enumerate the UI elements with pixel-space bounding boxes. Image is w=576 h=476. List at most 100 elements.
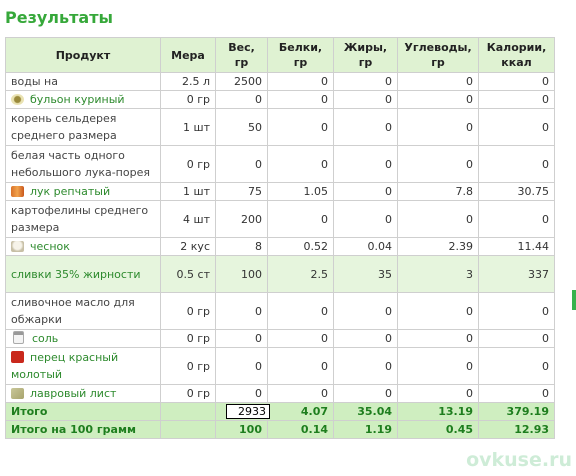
product-link[interactable]: бульон куриный <box>30 93 125 106</box>
carbs-cell: 0 <box>397 329 479 348</box>
totals-label: Итого <box>5 402 161 421</box>
measure-cell: 2 кус <box>160 237 216 256</box>
carbs-cell: 0 <box>397 145 479 183</box>
per100-measure <box>160 420 216 439</box>
col-weight-header: Вес, гр <box>215 37 268 73</box>
weight-cell: 75 <box>215 182 268 201</box>
product-name: белая часть одного небольшого лука-порея <box>11 149 150 179</box>
carbs-cell: 0 <box>397 90 479 109</box>
kcal-cell: 0 <box>478 90 555 109</box>
protein-cell: 0 <box>267 384 334 403</box>
col-product-header: Продукт <box>5 37 161 73</box>
fat-cell: 0 <box>333 347 398 385</box>
weight-cell: 0 <box>215 384 268 403</box>
table-row: бульон куриный 0 гр 0 0 0 0 0 <box>5 90 555 109</box>
product-cell: картофелины среднего размера <box>5 200 161 238</box>
fat-cell: 0.04 <box>333 237 398 256</box>
product-name: корень сельдерея среднего размера <box>11 112 117 142</box>
per100-weight: 100 <box>215 420 268 439</box>
fat-cell: 35 <box>333 255 398 293</box>
results-table: Продукт Мера Вес, гр Белки, гр Жиры, гр … <box>5 37 555 439</box>
measure-cell: 0.5 ст <box>160 255 216 293</box>
salt-shaker-icon <box>13 331 24 344</box>
table-row: сливки 35% жирности 0.5 ст 100 2.5 35 3 337 <box>5 255 555 293</box>
weight-cell: 0 <box>215 347 268 385</box>
fat-cell: 0 <box>333 329 398 348</box>
table-row: чеснок 2 кус 8 0.52 0.04 2.39 11.44 <box>5 237 555 256</box>
fat-cell: 0 <box>333 292 398 330</box>
product-cell: лавровый лист <box>5 384 161 403</box>
col-measure-header: Мера <box>160 37 216 73</box>
fat-cell: 0 <box>333 200 398 238</box>
kcal-cell: 0 <box>478 329 555 348</box>
page-edge-marker <box>572 290 576 310</box>
totals-carbs: 13.19 <box>397 402 479 421</box>
kcal-cell: 0 <box>478 384 555 403</box>
totals-kcal: 379.19 <box>478 402 555 421</box>
product-link[interactable]: лавровый лист <box>30 387 116 400</box>
product-name: сливочное масло для обжарки <box>11 296 135 326</box>
fat-cell: 0 <box>333 182 398 201</box>
product-cell: лук репчатый <box>5 182 161 201</box>
kcal-cell: 0 <box>478 72 555 91</box>
totals-row: Итого 2933 4.07 35.04 13.19 379.19 <box>5 402 555 421</box>
table-row: лук репчатый 1 шт 75 1.05 0 7.8 30.75 <box>5 182 555 201</box>
table-row: перец красный молотый 0 гр 0 0 0 0 0 <box>5 347 555 385</box>
protein-cell: 0 <box>267 347 334 385</box>
product-link[interactable]: сливки 35% жирности <box>11 268 141 281</box>
product-link[interactable]: соль <box>32 332 58 345</box>
red-pepper-icon <box>11 351 24 363</box>
table-row: лавровый лист 0 гр 0 0 0 0 0 <box>5 384 555 403</box>
kcal-cell: 0 <box>478 145 555 183</box>
carbs-cell: 0 <box>397 347 479 385</box>
protein-cell: 1.05 <box>267 182 334 201</box>
per100-protein: 0.14 <box>267 420 334 439</box>
col-protein-header: Белки, гр <box>267 37 334 73</box>
product-cell: соль <box>5 329 161 348</box>
totals-protein: 4.07 <box>267 402 334 421</box>
product-link[interactable]: перец красный молотый <box>11 351 118 381</box>
total-weight-field[interactable]: 2933 <box>226 404 270 419</box>
fat-cell: 0 <box>333 108 398 146</box>
kcal-cell: 0 <box>478 292 555 330</box>
table-row: корень сельдерея среднего размера 1 шт 50 0… <box>5 108 555 146</box>
fat-cell: 0 <box>333 90 398 109</box>
product-link[interactable]: чеснок <box>30 240 70 253</box>
product-link[interactable]: лук репчатый <box>30 185 110 198</box>
measure-cell: 0 гр <box>160 347 216 385</box>
kcal-cell: 0 <box>478 347 555 385</box>
totals-weight-cell: 2933 <box>215 402 270 421</box>
kcal-cell: 337 <box>478 255 555 293</box>
weight-cell: 0 <box>215 292 268 330</box>
product-name: воды на <box>11 75 58 88</box>
fat-cell: 0 <box>333 145 398 183</box>
fat-cell: 0 <box>333 384 398 403</box>
measure-cell: 0 гр <box>160 329 216 348</box>
product-cell: перец красный молотый <box>5 347 161 385</box>
protein-cell: 0.52 <box>267 237 334 256</box>
weight-cell: 100 <box>215 255 268 293</box>
table-row: белая часть одного небольшого лука-порея… <box>5 145 555 183</box>
totals-fat: 35.04 <box>333 402 398 421</box>
weight-cell: 8 <box>215 237 268 256</box>
measure-cell: 1 шт <box>160 108 216 146</box>
weight-cell: 0 <box>215 145 268 183</box>
product-cell: чеснок <box>5 237 161 256</box>
results-title: Результаты <box>5 8 113 27</box>
per100-kcal: 12.93 <box>478 420 555 439</box>
broth-icon <box>11 94 24 105</box>
measure-cell: 0 гр <box>160 384 216 403</box>
protein-cell: 0 <box>267 145 334 183</box>
per100-carbs: 0.45 <box>397 420 479 439</box>
per100-fat: 1.19 <box>333 420 398 439</box>
product-cell: сливки 35% жирности <box>5 255 161 293</box>
protein-cell: 0 <box>267 108 334 146</box>
protein-cell: 0 <box>267 200 334 238</box>
carbs-cell: 0 <box>397 292 479 330</box>
carbs-cell: 7.8 <box>397 182 479 201</box>
carbs-cell: 0 <box>397 72 479 91</box>
product-cell: воды на <box>5 72 161 91</box>
product-cell: белая часть одного небольшого лука-порея <box>5 145 161 183</box>
table-row: соль 0 гр 0 0 0 0 0 <box>5 329 555 348</box>
protein-cell: 0 <box>267 329 334 348</box>
